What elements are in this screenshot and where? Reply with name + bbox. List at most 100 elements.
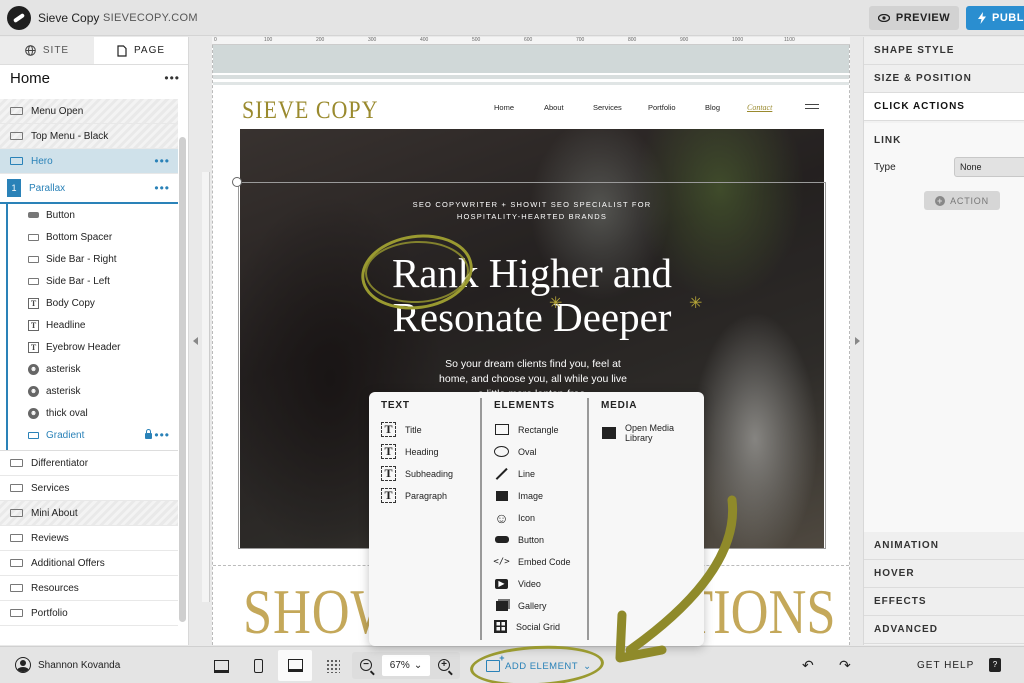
zoom-select[interactable]: 67% ⌄ [382,655,430,676]
add-button-item[interactable]: Button [494,532,544,547]
tab-size-position[interactable]: SIZE & POSITION [864,65,1024,93]
zoom-out-icon[interactable]: − [360,659,372,671]
element-item-asterisk[interactable]: ☻ asterisk [8,380,178,402]
tab-click-actions[interactable]: CLICK ACTIONS [864,93,1024,121]
add-line-item[interactable]: Line [494,466,535,481]
desktop-mobile-toggle-icon[interactable] [210,656,232,676]
publish-button[interactable]: PUBL [966,6,1024,30]
tab-hover[interactable]: HOVER [864,560,1024,588]
hamburger-menu-icon[interactable] [805,104,819,109]
collapse-right-icon[interactable] [855,337,860,345]
nav-link-portfolio[interactable]: Portfolio [648,103,676,112]
canvas-item-resources[interactable]: Resources [0,576,178,601]
redo-icon[interactable]: ↷ [839,657,851,674]
nav-link-contact[interactable]: Contact [747,103,772,112]
site-logo[interactable]: SIEVE COPY [242,95,379,125]
canvas-icon [10,559,23,567]
tab-effects[interactable]: EFFECTS [864,588,1024,616]
item-label: Title [405,424,422,435]
add-action-button[interactable]: + ACTION [924,191,1000,210]
element-item-side-bar-right[interactable]: Side Bar - Right [8,248,178,270]
add-social-grid-item[interactable]: Social Grid [494,620,560,633]
more-options-icon[interactable]: ••• [154,181,170,195]
canvas-item-menu-open[interactable]: Menu Open [0,99,178,124]
element-item-asterisk[interactable]: ☻ asterisk [8,358,178,380]
ruler-mark: 700 [576,37,585,43]
tab-site[interactable]: SITE [0,37,94,64]
grid-toggle-icon[interactable] [326,659,340,673]
add-title-item[interactable]: T Title [381,422,422,437]
showit-logo-icon[interactable] [7,6,31,30]
canvas-item-differentiator[interactable]: Differentiator [0,451,178,476]
ruler-mark: 800 [628,37,637,43]
canvas-item-parallax[interactable]: 1 Parallax ••• [0,174,178,204]
element-label: Headline [46,319,86,331]
add-image-item[interactable]: Image [494,488,543,503]
add-video-item[interactable]: Video [494,576,541,591]
asterisk-icon[interactable]: ✳ [689,293,702,313]
canvas-item-hero[interactable]: Hero ••• [0,149,178,174]
open-media-library-item[interactable]: Open Media Library [601,423,674,443]
element-item-eyebrow-header[interactable]: T Eyebrow Header [8,336,178,358]
add-embed-code-item[interactable]: Embed Code [494,554,571,569]
menu-open-canvas[interactable] [213,45,849,73]
canvas-item-reviews[interactable]: Reviews [0,526,178,551]
eyebrow-header[interactable]: SEO COPYWRITER + SHOWIT SEO SPECIALIST F… [213,199,851,223]
element-item-bottom-spacer[interactable]: Bottom Spacer [8,226,178,248]
add-icon-item[interactable]: Icon [494,510,535,525]
element-item-gradient[interactable]: Gradient ••• [8,424,178,446]
canvas-item-portfolio[interactable]: Portfolio [0,601,178,626]
type-label: Type [874,162,896,173]
preview-button[interactable]: PREVIEW [869,6,959,30]
more-options-icon[interactable]: ••• [154,154,170,168]
page-selector[interactable]: Home ••• [0,65,188,91]
nav-link-home[interactable]: Home [494,103,514,112]
collapse-left-icon[interactable] [193,337,198,345]
canvas-item-mini-about[interactable]: Mini About [0,501,178,526]
help-book-icon[interactable]: ? [989,658,1001,672]
site-url[interactable]: SIEVECOPY.COM [103,12,198,24]
nav-link-blog[interactable]: Blog [705,103,720,112]
canvas-item-additional-offers[interactable]: Additional Offers [0,551,178,576]
tab-advanced[interactable]: ADVANCED [864,616,1024,644]
add-heading-item[interactable]: T Heading [381,444,439,459]
nav-link-about[interactable]: About [544,103,564,112]
mobile-view-icon[interactable] [247,656,269,676]
zoom-in-icon[interactable]: + [438,659,450,671]
canvas-item-top-menu-black[interactable]: Top Menu - Black [0,124,178,149]
get-help-link[interactable]: GET HELP [917,660,974,671]
element-item-body-copy[interactable]: T Body Copy [8,292,178,314]
element-item-headline[interactable]: T Headline [8,314,178,336]
desktop-view-icon[interactable] [278,650,312,681]
add-gallery-item[interactable]: Gallery [494,598,547,613]
selection-handle[interactable] [232,177,242,187]
page-menu-icon[interactable]: ••• [164,71,180,85]
asterisk-icon[interactable]: ✳ [549,293,562,313]
tab-site-label: SITE [42,45,70,56]
tab-animation[interactable]: ANIMATION [864,532,1024,560]
add-paragraph-item[interactable]: T Paragraph [381,488,447,503]
more-options-icon[interactable]: ••• [154,428,170,442]
canvas-item-label: Parallax [29,182,66,194]
canvas-item-services[interactable]: Services [0,476,178,501]
add-oval-item[interactable]: Oval [494,444,537,459]
ruler-mark: 400 [420,37,429,43]
ruler-mark: 1000 [732,37,744,43]
link-type-select[interactable]: None [954,157,1024,177]
user-name[interactable]: Shannon Kovanda [38,660,120,671]
add-subheading-item[interactable]: T Subheading [381,466,453,481]
tab-shape-style[interactable]: SHAPE STYLE [864,37,1024,65]
lock-icon[interactable] [145,429,152,439]
element-item-thick-oval[interactable]: ☻ thick oval [8,402,178,424]
tab-page-label: PAGE [133,45,166,56]
headline[interactable]: Rank Higher and Resonate Deeper [213,251,851,339]
canvas-item-label: Mini About [31,507,78,519]
element-item-side-bar-left[interactable]: Side Bar - Left [8,270,178,292]
tab-page[interactable]: PAGE [94,37,188,64]
add-rectangle-item[interactable]: Rectangle [494,422,559,437]
element-item-button[interactable]: Button [8,204,178,226]
left-panel-scrollbar[interactable] [179,137,186,622]
nav-link-services[interactable]: Services [593,103,622,112]
undo-icon[interactable]: ↶ [802,657,814,674]
user-avatar-icon[interactable] [15,657,31,673]
